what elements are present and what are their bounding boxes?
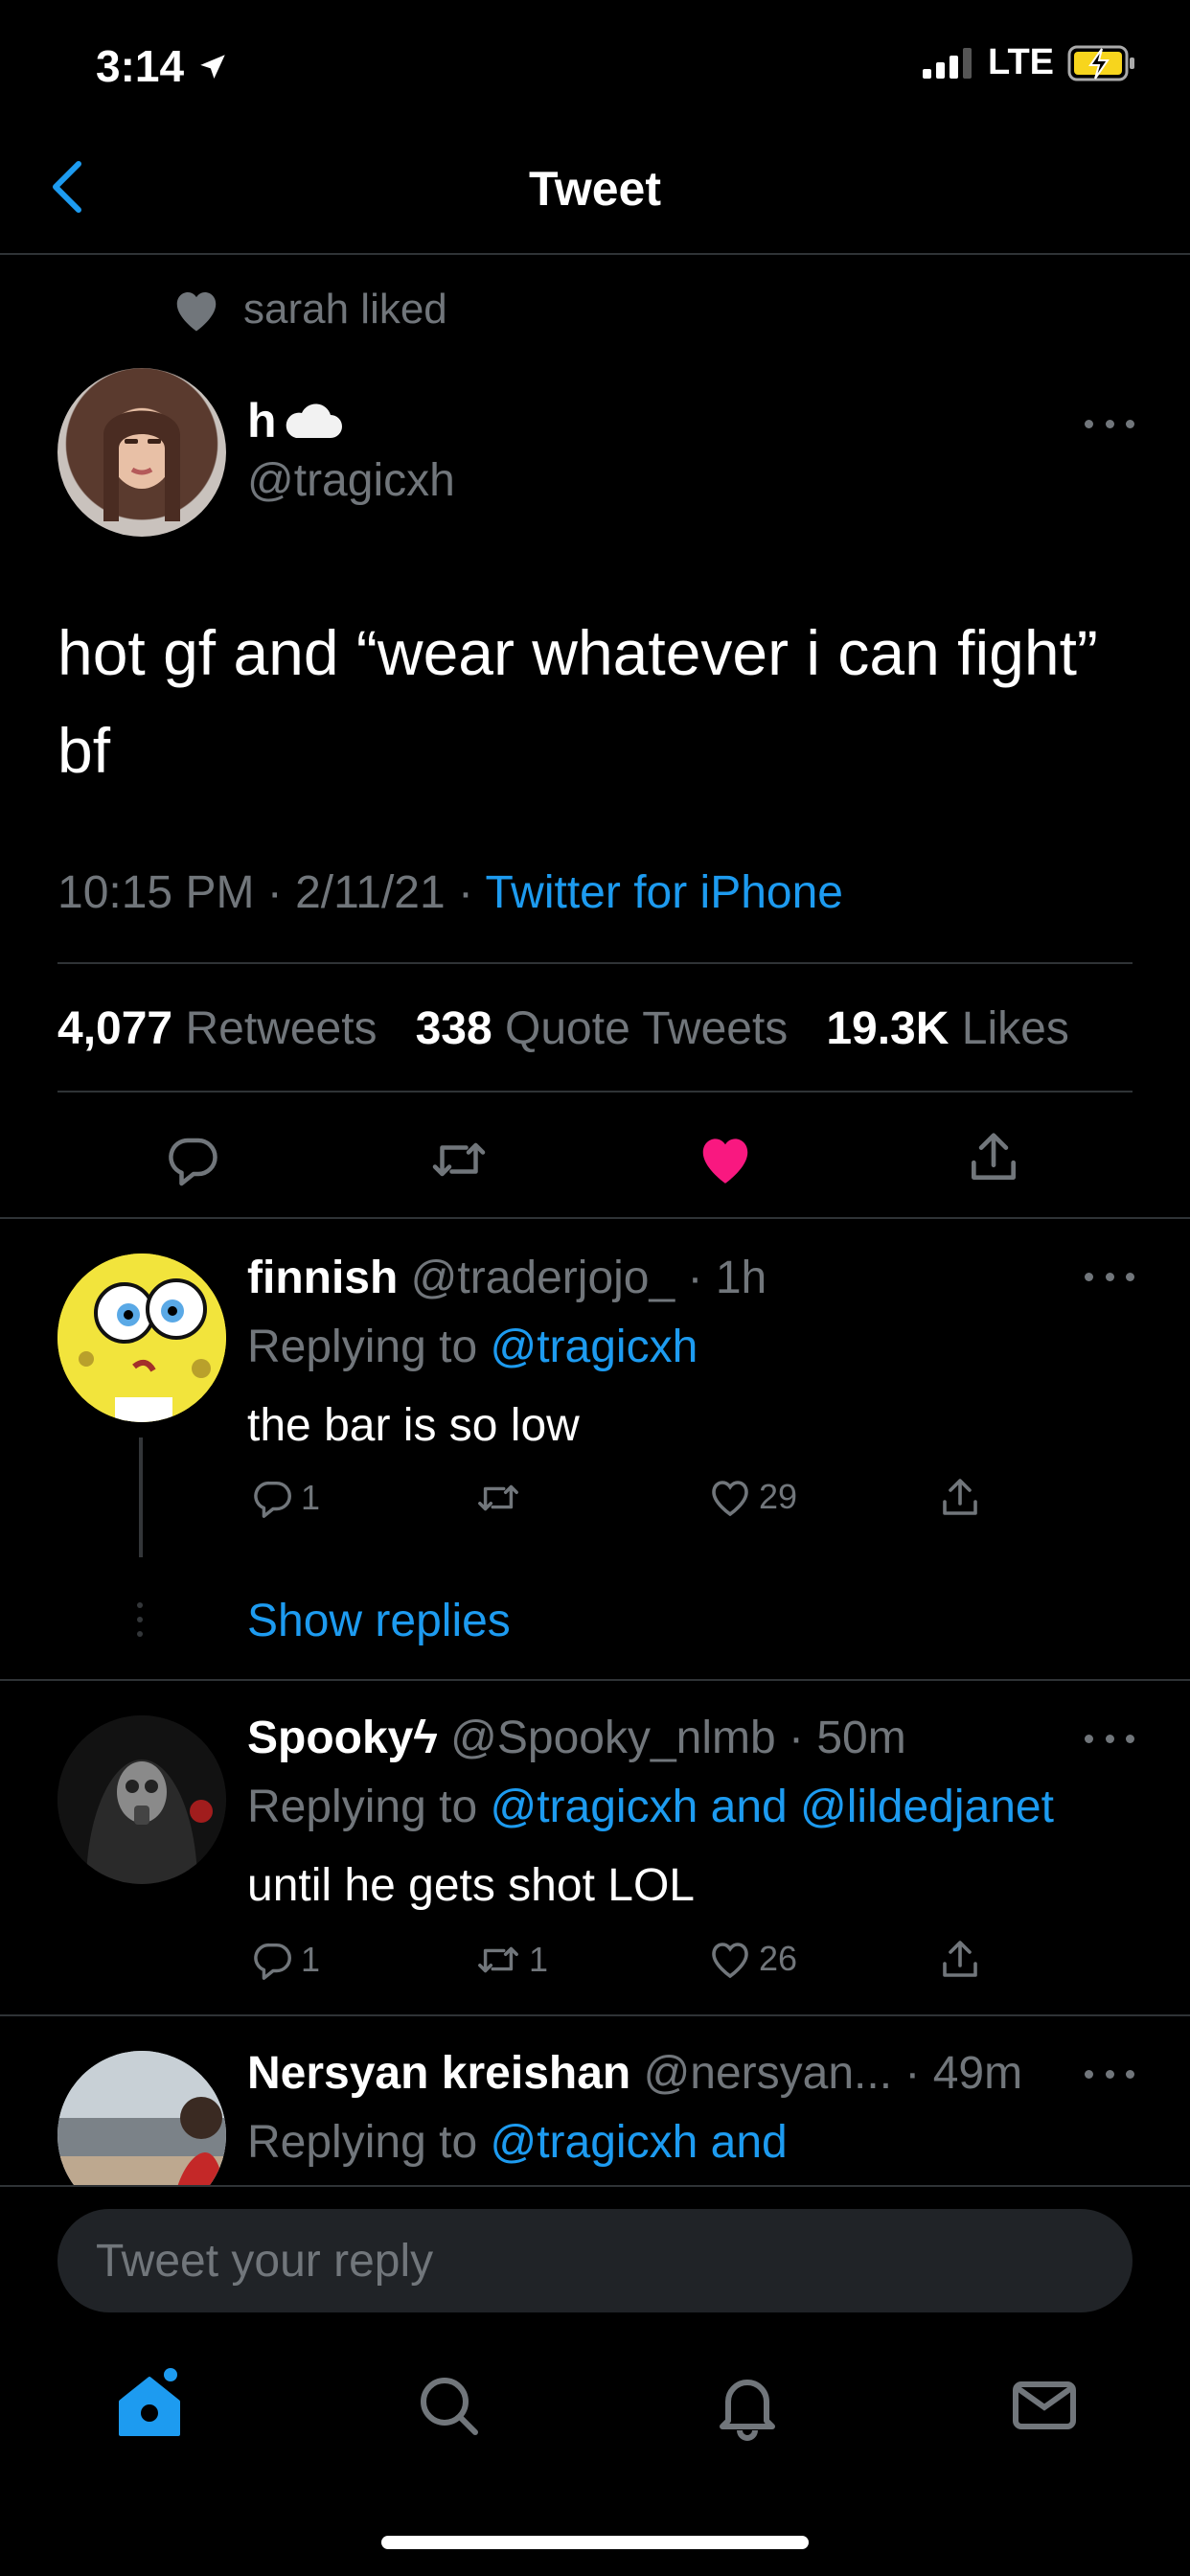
reply-input[interactable] <box>57 2209 1133 2312</box>
reply-author-handle: @traderjojo_ <box>410 1253 675 1303</box>
network-label: LTE <box>988 42 1054 82</box>
reply-avatar[interactable] <box>57 1715 226 1884</box>
tweet-time: 10:15 PM <box>57 867 255 918</box>
reply-more-button[interactable] <box>1085 2064 1134 2083</box>
show-replies-link[interactable]: Show replies <box>247 1595 511 1647</box>
reply-share-icon[interactable] <box>937 1936 983 1984</box>
reply-text: the bar is so low <box>247 1400 580 1451</box>
tweet-stats: 4,077 Retweets 338 Quote Tweets 19.3K Li… <box>57 1002 1069 1055</box>
battery-charging-icon <box>1067 45 1134 80</box>
replying-to-link[interactable]: @tragicxh and <box>490 2117 787 2168</box>
reply-more-button[interactable] <box>1085 1267 1134 1286</box>
cloud-emoji-icon <box>286 403 342 438</box>
replying-to: Replying to @tragicxh and @lildedjanet <box>247 1782 1054 1832</box>
retweet-icon <box>478 1946 518 1973</box>
avatar-photo <box>103 408 180 521</box>
search-icon <box>421 2378 478 2435</box>
tab-notifications[interactable] <box>709 2367 786 2444</box>
retweet-icon[interactable] <box>427 1131 491 1188</box>
author-avatar[interactable] <box>57 368 226 537</box>
reply-author-name: Spookyϟ <box>247 1713 438 1763</box>
replying-to: Replying to @tragicxh <box>247 1322 698 1372</box>
retweet-icon <box>478 1484 518 1511</box>
thread-more-dots <box>137 1602 145 1637</box>
reply-header[interactable]: Spookyϟ @Spooky_nlmb · 50m <box>247 1712 906 1764</box>
heart-outline-icon <box>712 1943 748 1979</box>
social-context[interactable]: sarah liked <box>171 286 447 334</box>
reply-like-button[interactable]: 26 <box>707 1938 797 1980</box>
quote-tweets-stat[interactable]: 338 Quote Tweets <box>416 1003 789 1054</box>
status-time: 3:14 <box>96 40 229 92</box>
author-handle[interactable]: @tragicxh <box>247 454 455 507</box>
reply-author-handle: @Spooky_nlmb <box>450 1713 776 1763</box>
reply-divider <box>0 1679 1190 1681</box>
tweet-date: 2/11/21 <box>295 867 446 918</box>
like-filled-icon[interactable] <box>696 1131 755 1186</box>
home-icon <box>119 2368 180 2436</box>
reply-icon <box>254 1481 291 1518</box>
reply-reply-button[interactable]: 1 <box>251 1938 320 1982</box>
reply-retweet-button[interactable] <box>473 1476 529 1520</box>
avatar-photo <box>57 1715 226 1884</box>
reply-author-handle: @nersyan... <box>643 2048 893 2099</box>
actions-divider <box>0 1217 1190 1219</box>
mail-icon <box>1013 2381 1076 2429</box>
signal-icon <box>923 47 973 79</box>
thread-line <box>139 1438 143 1557</box>
replying-to-link[interactable]: @tragicxh <box>490 1322 698 1372</box>
tweet-text: hot gf and “wear whatever i can fight” b… <box>57 617 1098 786</box>
reply-icon[interactable] <box>165 1131 222 1188</box>
reply-author-name: Nersyan kreishan <box>247 2048 631 2099</box>
reply-divider <box>0 2014 1190 2016</box>
reply-more-button[interactable] <box>1085 1729 1134 1748</box>
tab-home[interactable] <box>111 2367 188 2444</box>
tweet-source-link[interactable]: Twitter for iPhone <box>486 867 844 918</box>
retweets-stat[interactable]: 4,077 Retweets <box>57 1003 378 1054</box>
reply-text: until he gets shot LOL <box>247 1860 695 1911</box>
reply-time: 1h <box>715 1253 767 1303</box>
reply-header[interactable]: finnish @traderjojo_ · 1h <box>247 1252 767 1304</box>
header-divider <box>0 253 1190 255</box>
home-indicator <box>381 2536 809 2549</box>
tab-messages[interactable] <box>1006 2367 1083 2444</box>
avatar-photo <box>57 1254 226 1422</box>
location-arrow-icon <box>200 55 225 80</box>
reply-retweet-button[interactable]: 1 <box>473 1938 548 1982</box>
meta-divider <box>57 962 1133 964</box>
likes-stat[interactable]: 19.3K Likes <box>826 1003 1069 1054</box>
replying-to: Replying to @tragicxh and <box>247 2117 788 2168</box>
reply-icon <box>254 1943 291 1980</box>
social-context-text: sarah liked <box>243 286 447 333</box>
reply-time: 49m <box>932 2048 1023 2099</box>
replying-to-link[interactable]: @tragicxh and @lildedjanet <box>490 1782 1053 1832</box>
more-options-button[interactable] <box>1085 414 1134 433</box>
tweet-meta: 10:15 PM · 2/11/21 · Twitter for iPhone <box>57 867 844 918</box>
reply-header[interactable]: Nersyan kreishan @nersyan... · 49m <box>247 2047 1022 2100</box>
stats-divider <box>57 1091 1133 1092</box>
reply-avatar[interactable] <box>57 1254 226 1422</box>
reply-like-button[interactable]: 29 <box>707 1476 797 1518</box>
reply-reply-button[interactable]: 1 <box>251 1476 320 1520</box>
header-title: Tweet <box>529 162 661 216</box>
reply-share-icon[interactable] <box>937 1474 983 1522</box>
share-icon[interactable] <box>964 1127 1023 1188</box>
bell-icon <box>720 2380 775 2441</box>
reply-author-name: finnish <box>247 1253 399 1303</box>
heart-icon <box>176 292 217 332</box>
tab-search[interactable] <box>410 2367 487 2444</box>
author-name[interactable]: h <box>247 393 342 448</box>
heart-outline-icon <box>712 1481 748 1517</box>
reply-time: 50m <box>816 1713 906 1763</box>
status-indicators: LTE <box>923 42 1136 83</box>
